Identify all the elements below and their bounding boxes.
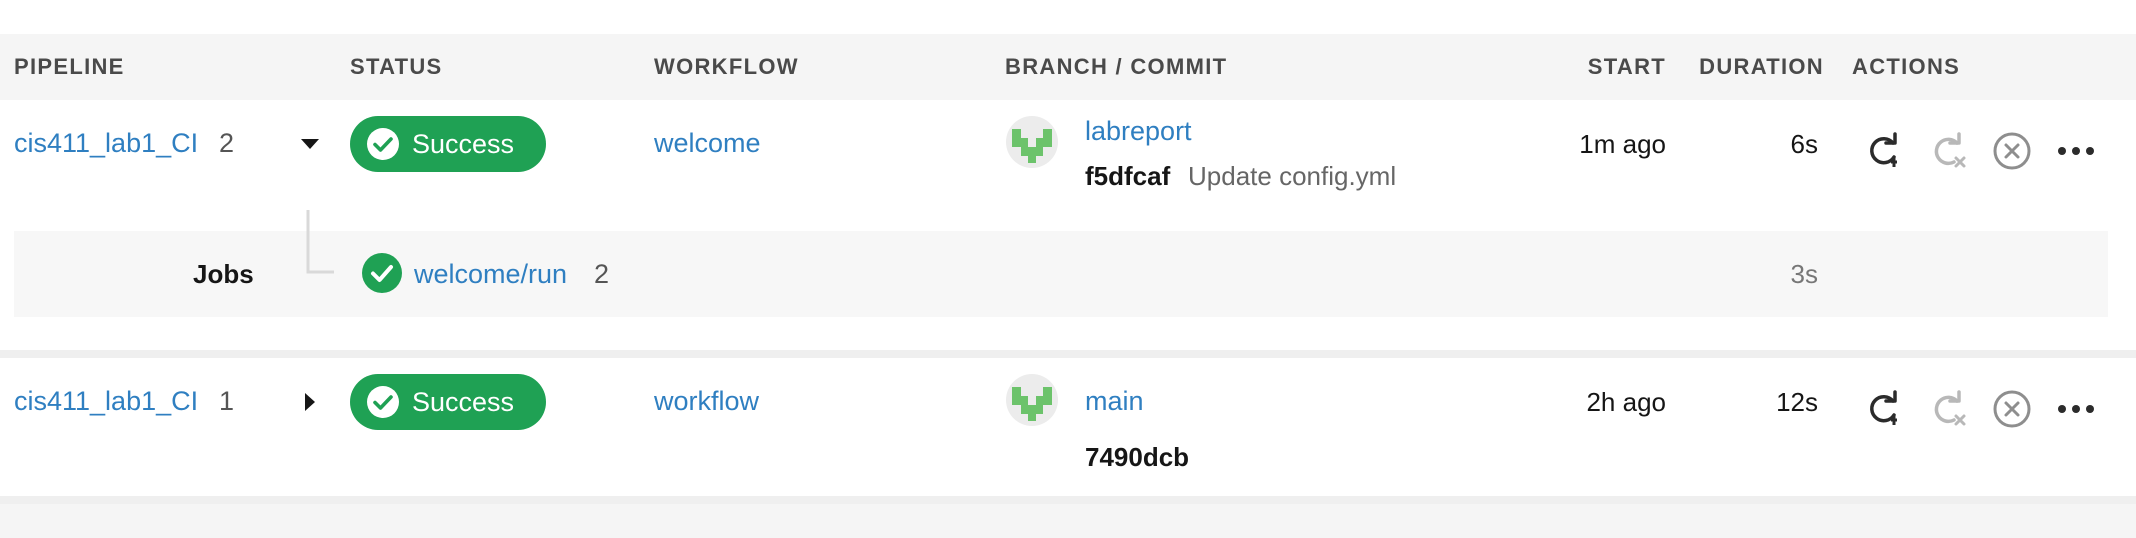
- pipeline-start: 1m ago: [1579, 129, 1666, 159]
- pipeline-number: 1: [219, 386, 235, 416]
- commit-message: Update config.yml: [1188, 161, 1397, 191]
- more-icon: [2058, 405, 2094, 413]
- column-header-start: START: [1587, 54, 1666, 79]
- branch-link[interactable]: main: [1085, 386, 1144, 417]
- user-avatar-identicon: [1012, 387, 1052, 421]
- rerun-failed-icon: [1934, 132, 1966, 168]
- commit-sha[interactable]: 7490dcb: [1085, 442, 1189, 473]
- cancel-button[interactable]: [1990, 129, 2034, 173]
- pipeline-start: 2h ago: [1586, 387, 1666, 417]
- column-header-branch-commit: BRANCH / COMMIT: [1005, 54, 1228, 79]
- status-label: Success: [412, 386, 515, 417]
- pipeline-row: [0, 358, 2136, 496]
- pipeline-duration: 12s: [1776, 387, 1818, 417]
- rerun-button[interactable]: [1862, 387, 1906, 431]
- rerun-failed-button[interactable]: [1926, 387, 1970, 431]
- jobs-label: Jobs: [193, 259, 254, 289]
- column-header-pipeline: PIPELINE: [14, 54, 125, 79]
- column-header-status: STATUS: [350, 54, 443, 79]
- job-duration: 3s: [1790, 259, 1818, 289]
- job-link[interactable]: welcome/run: [414, 259, 567, 290]
- row-divider: [0, 350, 2136, 358]
- avatar: [1006, 116, 1058, 168]
- more-actions-button[interactable]: [2054, 129, 2098, 173]
- workflow-link[interactable]: workflow: [654, 386, 759, 417]
- status-badge[interactable]: Success: [350, 116, 546, 172]
- caret-right-icon: [305, 393, 315, 411]
- column-header-actions: ACTIONS: [1852, 54, 1961, 79]
- pipeline-number: 2: [219, 128, 235, 158]
- branch-link[interactable]: labreport: [1085, 116, 1192, 147]
- expand-toggle[interactable]: [288, 380, 332, 424]
- commit-sha[interactable]: f5dfcaf: [1085, 161, 1170, 192]
- cancel-button[interactable]: [1990, 387, 2034, 431]
- check-circle-icon: [367, 128, 399, 160]
- next-row-peek: [0, 504, 2136, 538]
- rerun-failed-button[interactable]: [1926, 129, 1970, 173]
- check-circle-icon: [367, 386, 399, 418]
- cancel-icon: [1993, 390, 2031, 428]
- caret-down-icon: [301, 139, 319, 149]
- pipeline-duration: 6s: [1790, 129, 1818, 159]
- tree-connector: [306, 210, 334, 274]
- pipeline-name-link[interactable]: cis411_lab1_CI: [14, 386, 198, 417]
- check-circle-icon: [362, 253, 402, 293]
- rerun-icon: [1870, 132, 1897, 167]
- more-icon: [2058, 147, 2094, 155]
- row-divider: [0, 496, 2136, 504]
- pipeline-name-link[interactable]: cis411_lab1_CI: [14, 128, 198, 159]
- column-header-duration: DURATION: [1699, 54, 1824, 79]
- collapse-toggle[interactable]: [288, 122, 332, 166]
- table-header: PIPELINE STATUS WORKFLOW BRANCH / COMMIT…: [0, 34, 2136, 100]
- column-header-workflow: WORKFLOW: [654, 54, 799, 79]
- avatar: [1006, 374, 1058, 426]
- user-avatar-identicon: [1012, 129, 1052, 163]
- rerun-button[interactable]: [1862, 129, 1906, 173]
- more-actions-button[interactable]: [2054, 387, 2098, 431]
- rerun-failed-icon: [1934, 390, 1966, 426]
- job-number: 2: [594, 259, 610, 289]
- status-badge[interactable]: Success: [350, 374, 546, 430]
- cancel-icon: [1993, 132, 2031, 170]
- workflow-link[interactable]: welcome: [654, 128, 761, 159]
- rerun-icon: [1870, 390, 1897, 425]
- status-label: Success: [412, 128, 515, 159]
